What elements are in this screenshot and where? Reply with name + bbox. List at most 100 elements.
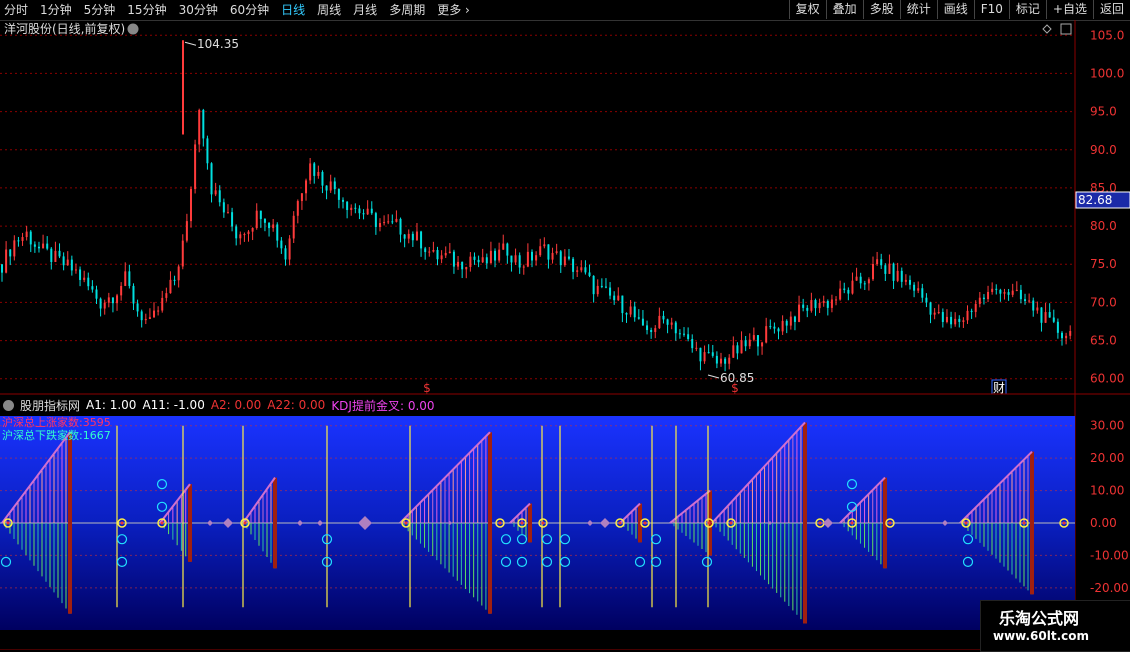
price-axis-label: 100.0 [1090,66,1124,80]
period-tab[interactable]: 多周期 [387,1,427,19]
candle-body [395,218,398,222]
candle-body [272,224,275,229]
candle-body [502,243,505,250]
signal-dot [818,521,822,525]
candle-body [276,224,279,241]
indicator-a22: A22: 0.00 [267,398,326,412]
candle-body [892,263,895,281]
period-tab[interactable]: 更多 › [435,1,472,19]
candle-body [95,289,98,299]
candle-body [904,279,907,282]
candle-body [498,249,501,261]
candle-body [744,340,747,347]
period-tab[interactable]: 月线 [351,1,379,19]
period-tab[interactable]: 30分钟 [177,1,220,19]
watermark-brand: 乐淘公式网 [999,609,1080,628]
price-axis-label: 90.0 [1090,143,1117,157]
candle-body [280,240,283,249]
high-label: 104.35 [197,37,239,51]
candle-body [284,248,287,260]
candle-body [728,357,731,364]
candle-body [880,259,883,266]
candle-body [337,189,340,200]
candle-body [148,317,151,319]
toolbar-button[interactable]: 复权 [788,0,826,19]
candle-body [609,287,612,296]
candle-body [1,264,3,273]
candle-body [399,218,402,235]
candle-body [469,256,472,268]
candle-body [781,320,784,332]
candle-body [202,109,205,139]
signal-dot [888,521,892,525]
candle-body [132,285,135,304]
indicator-a1: A1: 1.00 [86,398,137,412]
candle-body [128,271,131,286]
candle-body [1019,289,1022,300]
period-tab[interactable]: 日线 [279,1,307,19]
candle-body [588,272,591,276]
indicator-kdj: KDJ提前金叉: 0.00 [331,398,435,413]
candle-body [309,163,312,181]
candle-body [872,264,875,280]
signal-dot [6,521,10,525]
toolbar-button[interactable]: F10 [973,0,1009,19]
candle-body [535,255,538,261]
current-price: 82.68 [1078,193,1112,207]
candle-body [448,251,451,253]
candle-body [1032,300,1035,311]
candle-body [33,244,36,247]
high-pointer [184,41,197,46]
candle-body [559,251,562,266]
candle-body [818,302,821,309]
candle-body [300,193,303,202]
candle-body [752,335,755,340]
period-tab[interactable]: 5分钟 [82,1,118,19]
candle-body [46,243,49,249]
candle-body [732,345,735,358]
candle-body [432,250,435,252]
candle-body [124,271,127,286]
candle-body [925,297,928,303]
toolbar-button[interactable]: 多股 [862,0,900,19]
indicator-axis-label: -10.00 [1090,548,1129,562]
toolbar-button[interactable]: 统计 [899,0,937,19]
signal-dot [498,521,502,525]
signal-dot [707,521,711,525]
candle-body [157,310,160,312]
candle-body [177,266,180,281]
price-axis-label: 75.0 [1090,257,1117,271]
period-tab[interactable]: 1分钟 [38,1,74,19]
candle-body [510,255,513,263]
toolbar-button[interactable]: 返回 [1092,0,1130,19]
candle-body [629,306,632,315]
candle-body [5,249,8,273]
candle-body [1028,300,1031,302]
candle-body [913,284,916,291]
indicator-name[interactable]: 股朋指标网 [20,397,80,414]
toolbar-button[interactable]: +自选 [1045,0,1093,19]
candle-body [62,256,65,266]
candle-body [329,181,332,191]
candle-body [116,295,119,304]
toolbar-button[interactable]: 叠加 [825,0,863,19]
stock-title: 洋河股份(日线,前复权) [4,21,125,36]
indicator-a11: A11: -1.00 [142,398,205,412]
price-axis-label: 105.0 [1090,28,1124,42]
candle-body [670,322,673,325]
candle-body [711,352,714,356]
candle-body [1015,289,1018,291]
toolbar-button[interactable]: 标记 [1008,0,1046,19]
candle-body [867,279,870,284]
candle-body [333,181,336,190]
collapse-icon[interactable] [3,399,14,411]
period-tab[interactable]: 周线 [315,1,343,19]
candle-body [950,316,953,325]
toolbar-button[interactable]: 画线 [936,0,974,19]
period-tab[interactable]: 60分钟 [228,1,271,19]
candle-body [896,270,899,281]
period-tab[interactable]: 分时 [2,1,30,19]
signal-dot [541,521,545,525]
period-tab[interactable]: 15分钟 [125,1,168,19]
candle-body [580,267,583,271]
